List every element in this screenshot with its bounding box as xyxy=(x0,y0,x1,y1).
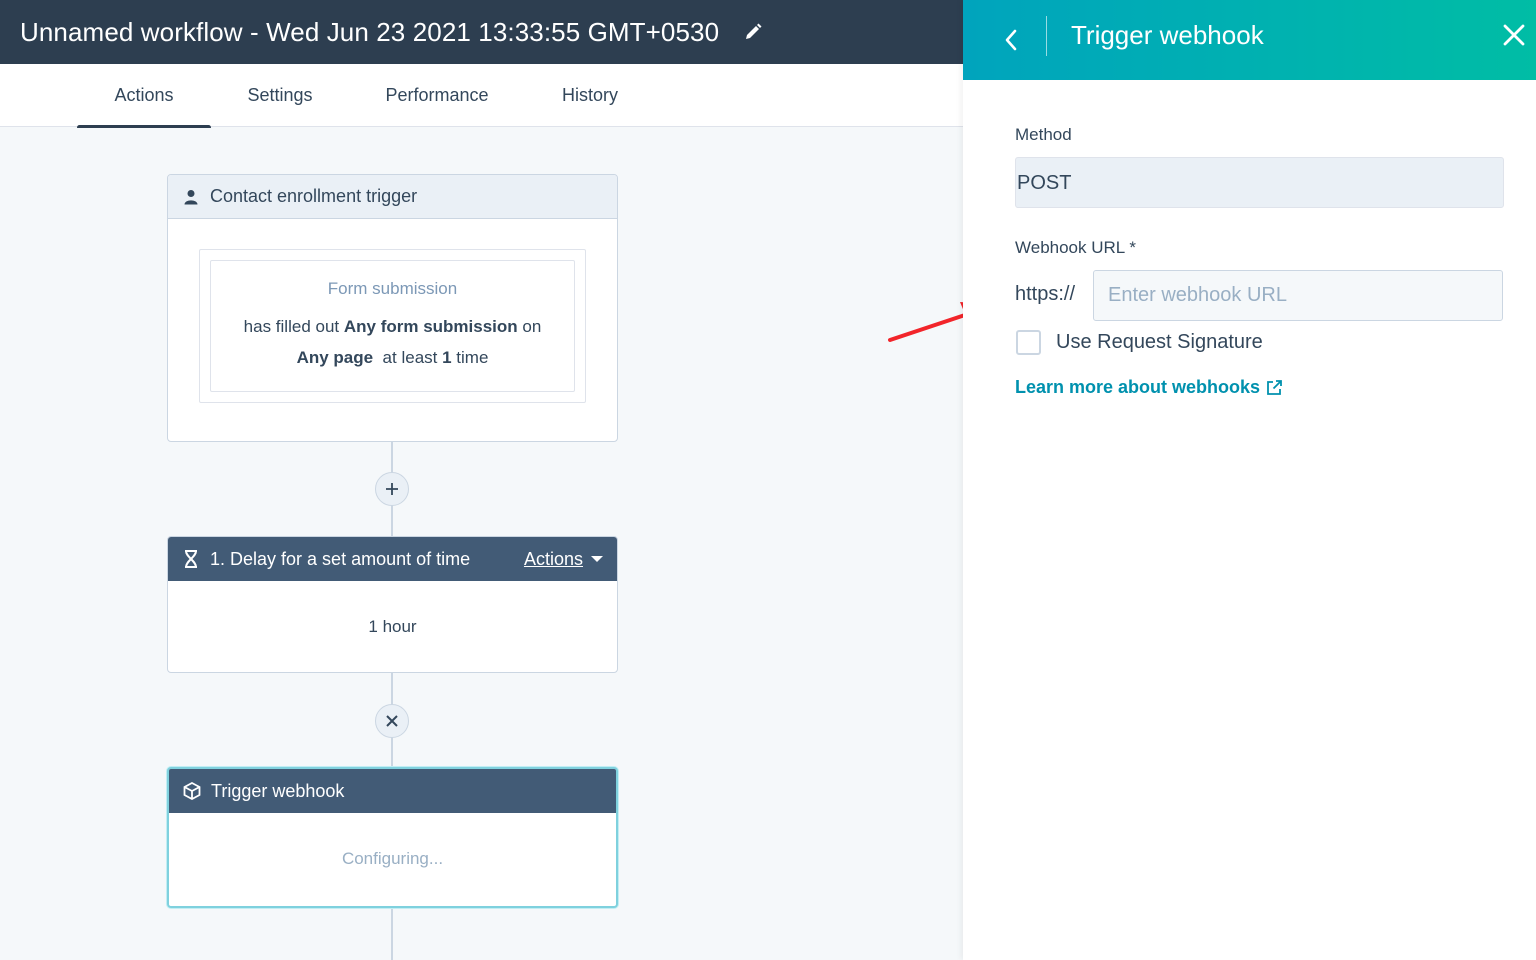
tab-performance[interactable]: Performance xyxy=(380,64,494,127)
close-icon xyxy=(1503,24,1525,46)
remove-action-button[interactable] xyxy=(375,704,409,738)
url-prefix: https:// xyxy=(1015,283,1076,305)
method-label: Method xyxy=(1015,125,1072,144)
caret-down-icon xyxy=(591,556,603,562)
request-signature-checkbox[interactable] xyxy=(1016,330,1041,355)
tab-history[interactable]: History xyxy=(555,64,625,127)
pencil-icon[interactable] xyxy=(743,22,763,42)
webhook-url-input[interactable] xyxy=(1093,270,1503,321)
method-value: POST xyxy=(1017,172,1072,194)
hourglass-icon xyxy=(182,550,200,568)
add-action-button[interactable] xyxy=(375,472,409,506)
cube-icon xyxy=(183,782,201,800)
person-icon xyxy=(182,188,200,206)
panel-header: Trigger webhook xyxy=(963,0,1536,80)
delay-action-card[interactable]: 1. Delay for a set amount of time Action… xyxy=(167,536,618,673)
panel-title: Trigger webhook xyxy=(1071,20,1264,50)
close-icon xyxy=(386,715,398,727)
webhook-action-card[interactable]: Trigger webhook Configuring... xyxy=(167,767,618,908)
header-divider xyxy=(1046,16,1047,56)
filter-line-2: Any page at least 1 time xyxy=(296,348,489,367)
webhook-action-header: Trigger webhook xyxy=(169,769,616,813)
tab-settings[interactable]: Settings xyxy=(240,64,320,127)
filter-line-1: has filled out Any form submission on xyxy=(243,317,542,336)
external-link-icon xyxy=(1266,379,1283,396)
plus-icon xyxy=(386,483,398,495)
webhook-url-label: Webhook URL * xyxy=(1015,238,1136,257)
connector-line xyxy=(391,907,393,960)
method-select[interactable]: POST xyxy=(1015,157,1504,208)
learn-more-webhooks-link[interactable]: Learn more about webhooks xyxy=(1015,377,1283,398)
actions-dropdown-label: Actions xyxy=(523,548,583,569)
request-signature-label[interactable]: Use Request Signature xyxy=(1056,331,1263,354)
enrollment-trigger-header: Contact enrollment trigger xyxy=(168,175,617,219)
delay-actions-dropdown[interactable]: Actions xyxy=(524,549,603,570)
workflow-header: Unnamed workflow - Wed Jun 23 2021 13:33… xyxy=(0,0,963,64)
workflow-title[interactable]: Unnamed workflow - Wed Jun 23 2021 13:33… xyxy=(20,17,719,48)
enrollment-trigger-card[interactable]: Contact enrollment trigger Form submissi… xyxy=(167,174,618,442)
action-config-panel: Trigger webhook Method POST Webhook URL … xyxy=(963,0,1536,960)
delay-action-title: 1. Delay for a set amount of time xyxy=(210,548,471,569)
webhook-action-title: Trigger webhook xyxy=(211,780,345,801)
tab-actions[interactable]: Actions xyxy=(77,64,211,130)
close-panel-button[interactable] xyxy=(1497,18,1531,52)
delay-duration: 1 hour xyxy=(368,617,417,636)
enrollment-trigger-title: Contact enrollment trigger xyxy=(210,186,418,206)
chevron-left-icon xyxy=(1005,29,1017,51)
delay-action-header: 1. Delay for a set amount of time Action… xyxy=(168,537,617,581)
filter-title: Form submission xyxy=(327,279,458,298)
filter-item[interactable]: Form submission has filled out Any form … xyxy=(210,260,575,392)
back-button[interactable] xyxy=(993,22,1029,58)
workflow-tabs: Actions Settings Performance History xyxy=(0,64,963,130)
webhook-status: Configuring... xyxy=(341,849,444,868)
filter-group: Form submission has filled out Any form … xyxy=(199,249,586,403)
learn-more-text: Learn more about webhooks xyxy=(1015,377,1261,397)
